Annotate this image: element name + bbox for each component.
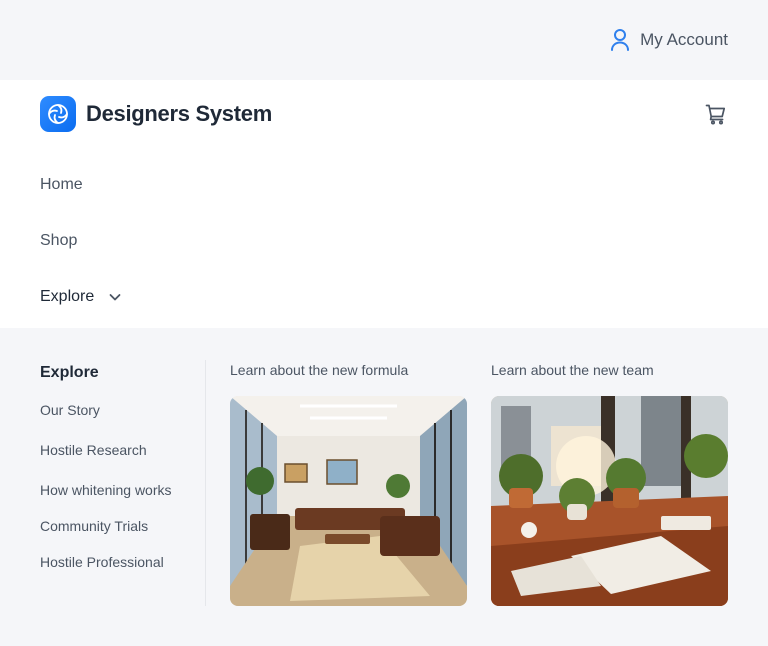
feature-card-team[interactable]: Learn about the new team [491, 362, 728, 606]
user-icon [611, 29, 630, 51]
brand-name: Designers System [86, 101, 272, 126]
nav-shop-label: Shop [40, 232, 78, 249]
nav-home-label: Home [40, 176, 83, 193]
brand-home-link[interactable]: Designers System [40, 96, 272, 132]
mega-link-community-trials[interactable]: Community Trials [40, 518, 148, 534]
my-account-label: My Account [640, 30, 728, 49]
mega-menu-divider [205, 360, 206, 606]
cart-button[interactable] [704, 102, 728, 126]
mega-link-how-whitening-works[interactable]: How whitening works [40, 482, 172, 498]
cart-icon [705, 104, 726, 125]
feature-card-label: Learn about the new formula [230, 362, 409, 378]
chevron-down-icon [109, 294, 121, 301]
nav-explore[interactable]: Explore [40, 288, 122, 306]
feature-card-label: Learn about the new team [491, 362, 654, 378]
top-utility-bar: My Account [0, 0, 768, 80]
nav-shop[interactable]: Shop [40, 232, 77, 250]
mega-link-hostile-research[interactable]: Hostile Research [40, 442, 147, 458]
site-header: Designers System Home Shop Explore [0, 80, 768, 328]
mega-menu-title: Explore [40, 364, 99, 381]
desk-plants-image [491, 396, 728, 606]
office-lounge-image [230, 396, 467, 606]
my-account-link[interactable]: My Account [610, 27, 728, 53]
explore-mega-menu: Explore Our Story Hostile Research How w… [0, 328, 768, 646]
aperture-logo-icon [40, 96, 76, 132]
feature-card-formula[interactable]: Learn about the new formula [230, 362, 467, 606]
nav-explore-label: Explore [40, 288, 95, 305]
mega-link-our-story[interactable]: Our Story [40, 402, 100, 418]
nav-home[interactable]: Home [40, 176, 83, 194]
mega-link-hostile-professional[interactable]: Hostile Professional [40, 554, 164, 570]
